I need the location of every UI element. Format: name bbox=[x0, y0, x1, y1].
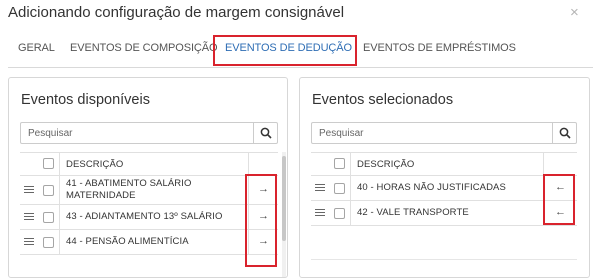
drag-handle-icon[interactable] bbox=[315, 184, 325, 193]
tab-bar: GERAL EVENTOS DE COMPOSIÇÃO EVENTOS DE D… bbox=[8, 32, 593, 68]
drag-handle-icon[interactable] bbox=[315, 209, 325, 218]
dialog-title: Adicionando configuração de margem consi… bbox=[8, 4, 345, 21]
selected-search-button[interactable] bbox=[552, 123, 576, 143]
available-search-box bbox=[20, 122, 278, 144]
row-checkbox[interactable] bbox=[43, 185, 54, 196]
row-checkbox[interactable] bbox=[334, 208, 345, 219]
event-label: 40 - HORAS NÃO JUSTIFICADAS bbox=[357, 182, 506, 193]
tab-geral[interactable]: GERAL bbox=[18, 42, 55, 54]
event-label: 42 - VALE TRANSPORTE bbox=[357, 207, 469, 218]
action-column-highlight bbox=[543, 174, 575, 225]
search-icon bbox=[260, 127, 272, 139]
column-header-descricao: DESCRIÇÃO bbox=[66, 159, 124, 170]
active-tab-highlight bbox=[213, 35, 357, 66]
tab-eventos-emprestimos[interactable]: EVENTOS DE EMPRÉSTIMOS bbox=[363, 42, 516, 54]
selected-events-title: Eventos selecionados bbox=[312, 92, 454, 108]
row-checkbox[interactable] bbox=[43, 212, 54, 223]
table-row: 44 - PENSÃO ALIMENTÍCIA → bbox=[20, 230, 278, 255]
selected-search-input[interactable] bbox=[312, 123, 554, 143]
table-row: 43 - ADIANTAMENTO 13º SALÁRIO → bbox=[20, 205, 278, 230]
table-row: 40 - HORAS NÃO JUSTIFICADAS ← bbox=[311, 176, 577, 201]
divider bbox=[311, 259, 577, 260]
event-label: 43 - ADIANTAMENTO 13º SALÁRIO bbox=[66, 211, 223, 222]
column-header-descricao: DESCRIÇÃO bbox=[357, 159, 415, 170]
selected-events-table: DESCRIÇÃO 40 - HORAS NÃO JUSTIFICADAS ← … bbox=[311, 152, 577, 226]
event-label: 44 - PENSÃO ALIMENTÍCIA bbox=[66, 236, 189, 247]
close-icon[interactable]: × bbox=[570, 4, 579, 21]
available-search-button[interactable] bbox=[253, 123, 277, 143]
available-events-panel: Eventos disponíveis DESCRIÇÃO 41 - ABATI… bbox=[8, 77, 288, 278]
available-events-title: Eventos disponíveis bbox=[21, 92, 150, 108]
search-icon bbox=[559, 127, 571, 139]
scrollbar-thumb[interactable] bbox=[282, 156, 286, 241]
drag-handle-icon[interactable] bbox=[24, 238, 34, 247]
available-search-input[interactable] bbox=[21, 123, 255, 143]
drag-handle-icon[interactable] bbox=[24, 186, 34, 195]
table-header-row: DESCRIÇÃO bbox=[20, 153, 278, 176]
available-events-table: DESCRIÇÃO 41 - ABATIMENTO SALÁRIO MATERN… bbox=[20, 152, 278, 255]
event-label: 41 - ABATIMENTO SALÁRIO MATERNIDADE bbox=[66, 178, 192, 201]
drag-handle-icon[interactable] bbox=[24, 213, 34, 222]
select-all-checkbox[interactable] bbox=[334, 158, 345, 169]
action-column-highlight bbox=[245, 174, 277, 267]
row-checkbox[interactable] bbox=[334, 183, 345, 194]
row-checkbox[interactable] bbox=[43, 237, 54, 248]
table-header-row: DESCRIÇÃO bbox=[311, 153, 577, 176]
select-all-checkbox[interactable] bbox=[43, 158, 54, 169]
selected-search-box bbox=[311, 122, 577, 144]
selected-events-panel: Eventos selecionados DESCRIÇÃO 40 - HORA… bbox=[299, 77, 590, 278]
table-row: 41 - ABATIMENTO SALÁRIO MATERNIDADE → bbox=[20, 176, 278, 205]
table-row: 42 - VALE TRANSPORTE ← bbox=[311, 201, 577, 226]
tab-eventos-composicao[interactable]: EVENTOS DE COMPOSIÇÃO bbox=[70, 42, 218, 54]
